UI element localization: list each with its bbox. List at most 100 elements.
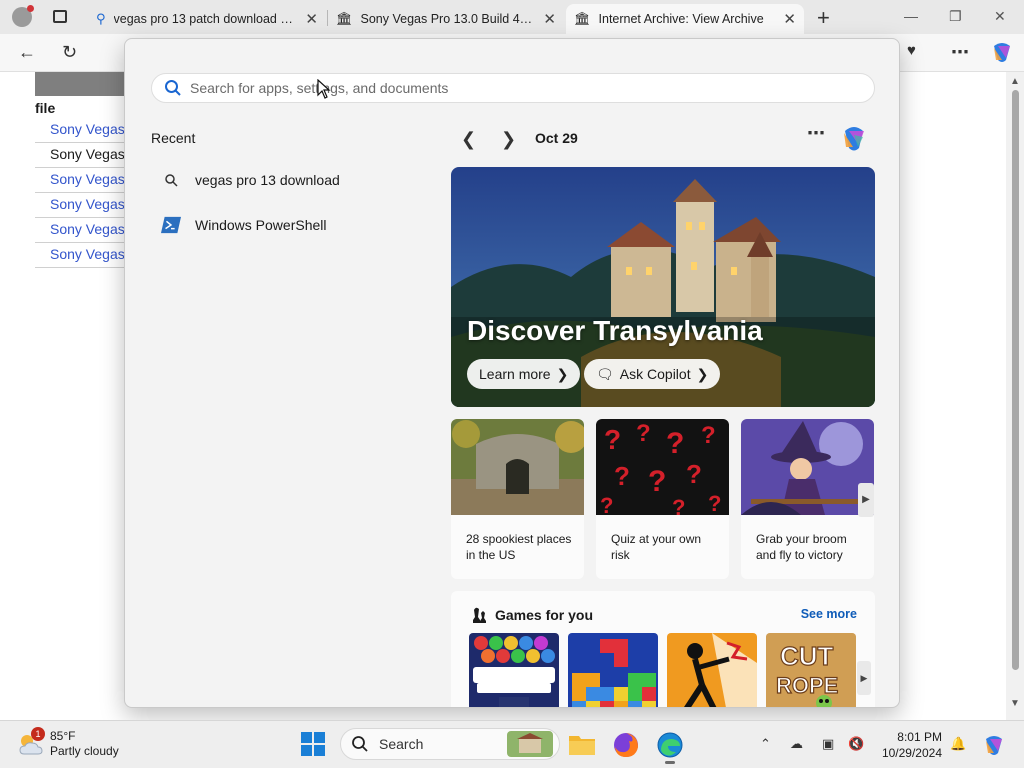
start-search-flyout: Recent vegas pro 13 download Windows Pow… — [124, 38, 900, 708]
close-window-icon[interactable]: ✕ — [994, 8, 1006, 25]
taskbar-search[interactable]: Search — [340, 728, 560, 760]
recent-item-label: vegas pro 13 download — [195, 172, 340, 188]
start-search-box[interactable] — [151, 73, 875, 103]
tab-title: Sony Vegas Pro 13.0 Build 453 (x — [360, 12, 536, 26]
close-icon[interactable]: ✕ — [543, 10, 556, 28]
new-tab-button[interactable]: + — [817, 5, 830, 31]
refresh-icon[interactable]: ↻ — [62, 42, 77, 63]
copilot-icon[interactable] — [990, 40, 1014, 64]
recent-item-powershell[interactable]: Windows PowerShell — [161, 211, 327, 239]
tab-vegas-patch[interactable]: ⚲ vegas pro 13 patch download - S ✕ — [88, 4, 326, 34]
notification-badge: 1 — [31, 727, 45, 741]
game-tile-bubble-shooter[interactable] — [469, 633, 559, 707]
news-card-broom-game[interactable]: Grab your broom and fly to victory — [741, 419, 874, 579]
card-text: 28 spookiest places in the US — [466, 532, 572, 562]
scroll-down-icon[interactable]: ▼ — [1010, 698, 1020, 709]
svg-text:?: ? — [614, 461, 630, 491]
edge-icon[interactable] — [656, 731, 684, 764]
archive-icon: 🏛 — [336, 11, 353, 26]
file-explorer-icon[interactable] — [568, 731, 596, 759]
hero-card[interactable]: Discover Transylvania Learn more ❯ 🗨 Ask… — [451, 167, 875, 407]
see-more-link[interactable]: See more — [801, 607, 857, 621]
file-link[interactable]: Sony Vegas — [35, 168, 135, 193]
tab-internet-archive[interactable]: 🏛 Internet Archive: View Archive ✕ — [566, 4, 804, 34]
search-icon — [165, 80, 181, 96]
tab-sony-vegas-build[interactable]: 🏛 Sony Vegas Pro 13.0 Build 453 (x ✕ — [328, 4, 564, 34]
chevron-right-icon: ❯ — [696, 365, 709, 382]
network-offline-icon[interactable]: ☁ — [790, 736, 803, 752]
svg-text:?: ? — [666, 427, 684, 460]
browser-essentials-icon[interactable]: ♥ — [907, 42, 916, 59]
page-scrollbar[interactable]: ▲ ▼ — [1006, 72, 1024, 720]
scroll-up-icon[interactable]: ▲ — [1010, 76, 1020, 87]
recent-item-search[interactable]: vegas pro 13 download — [161, 166, 340, 194]
profile-avatar[interactable] — [12, 5, 34, 27]
svg-text:CUT: CUT — [780, 641, 834, 671]
close-icon[interactable]: ✕ — [783, 10, 796, 28]
tab-title: vegas pro 13 patch download - S — [113, 12, 294, 26]
file-column-header: file — [35, 100, 56, 116]
card-scroll-right-icon[interactable]: ▶ — [858, 483, 874, 517]
file-row: Sony Vegas — [35, 143, 135, 168]
game-tile-cut-the-rope[interactable]: CUT ROPE — [766, 633, 856, 707]
svg-text:?: ? — [672, 495, 685, 515]
card-text: Grab your broom and fly to victory — [756, 532, 847, 562]
games-scroll-right-icon[interactable]: ▶ — [857, 661, 871, 695]
minimize-icon[interactable]: — — [904, 8, 918, 24]
back-icon[interactable]: ← — [18, 42, 36, 63]
powershell-icon — [161, 216, 181, 234]
feed-date: Oct 29 — [535, 130, 578, 146]
learn-more-button[interactable]: Learn more ❯ — [467, 359, 581, 389]
display-icon[interactable]: ▣ — [822, 736, 834, 752]
svg-text:?: ? — [648, 465, 666, 498]
games-section: Games for you See more CUT ROPE ▶ — [451, 591, 875, 707]
hero-title: Discover Transylvania — [467, 315, 763, 346]
search-icon — [352, 736, 368, 752]
search-input[interactable] — [190, 80, 850, 96]
ask-copilot-label: Ask Copilot — [619, 366, 691, 382]
ask-copilot-button[interactable]: 🗨 Ask Copilot ❯ — [584, 359, 721, 389]
game-tile-stickman[interactable] — [667, 633, 757, 707]
taskbar: 1 85°F Partly cloudy Search ⌃ ☁ ▣ 🔇 8:01… — [0, 720, 1024, 768]
notification-bell-icon[interactable]: 🔔 — [950, 736, 966, 752]
browser-tab-bar: ⚲ vegas pro 13 patch download - S ✕ 🏛 So… — [0, 0, 1024, 34]
stone-bridge-image — [451, 419, 584, 515]
search-icon: ⚲ — [96, 11, 106, 26]
scroll-thumb[interactable] — [1012, 90, 1019, 670]
weather-widget[interactable]: 1 85°F Partly cloudy — [18, 727, 119, 759]
recent-item-label: Windows PowerShell — [195, 217, 327, 233]
file-link[interactable]: Sony Vegas — [35, 193, 135, 218]
file-link[interactable]: Sony Vegas — [35, 218, 135, 243]
tab-actions-icon[interactable] — [53, 10, 67, 23]
more-options-icon[interactable]: ⋯ — [807, 123, 825, 144]
question-marks-image: ? ? ? ? ? ? ? ? ? ? — [596, 419, 729, 515]
svg-text:?: ? — [708, 491, 721, 515]
copilot-pre-icon[interactable] — [982, 733, 1006, 757]
copilot-icon[interactable] — [839, 123, 869, 153]
tab-title: Internet Archive: View Archive — [598, 12, 764, 26]
table-header-bar — [35, 72, 135, 96]
witch-image — [741, 419, 874, 515]
more-options-icon[interactable]: ⋯ — [951, 42, 969, 63]
close-icon[interactable]: ✕ — [305, 10, 318, 28]
stickman-fighter-logo — [667, 633, 757, 707]
volume-muted-icon[interactable]: 🔇 — [848, 736, 864, 752]
news-card-spooky-places[interactable]: 28 spookiest places in the US — [451, 419, 584, 579]
previous-arrow-icon[interactable]: ❮ — [461, 129, 476, 150]
svg-text:?: ? — [600, 493, 613, 515]
chevron-right-icon: ❯ — [556, 365, 569, 382]
windows-start-icon[interactable] — [300, 731, 328, 759]
svg-text:?: ? — [701, 422, 716, 449]
file-link[interactable]: Sony Vegas — [35, 118, 135, 143]
next-arrow-icon[interactable]: ❯ — [501, 129, 516, 150]
restore-icon[interactable]: ❐ — [949, 8, 962, 25]
system-clock[interactable]: 8:01 PM 10/29/2024 — [874, 729, 942, 761]
news-card-quiz[interactable]: ? ? ? ? ? ? ? ? ? ? Quiz at your own ris… — [596, 419, 729, 579]
show-hidden-icons[interactable]: ⌃ — [760, 736, 771, 752]
firefox-icon[interactable] — [612, 731, 640, 759]
game-tile-blocks[interactable] — [568, 633, 658, 707]
file-link[interactable]: Sony Vegas — [35, 243, 135, 268]
bubble-shooter-logo — [469, 633, 559, 707]
games-title: Games for you — [495, 607, 594, 623]
block-puzzle-logo — [568, 633, 658, 707]
